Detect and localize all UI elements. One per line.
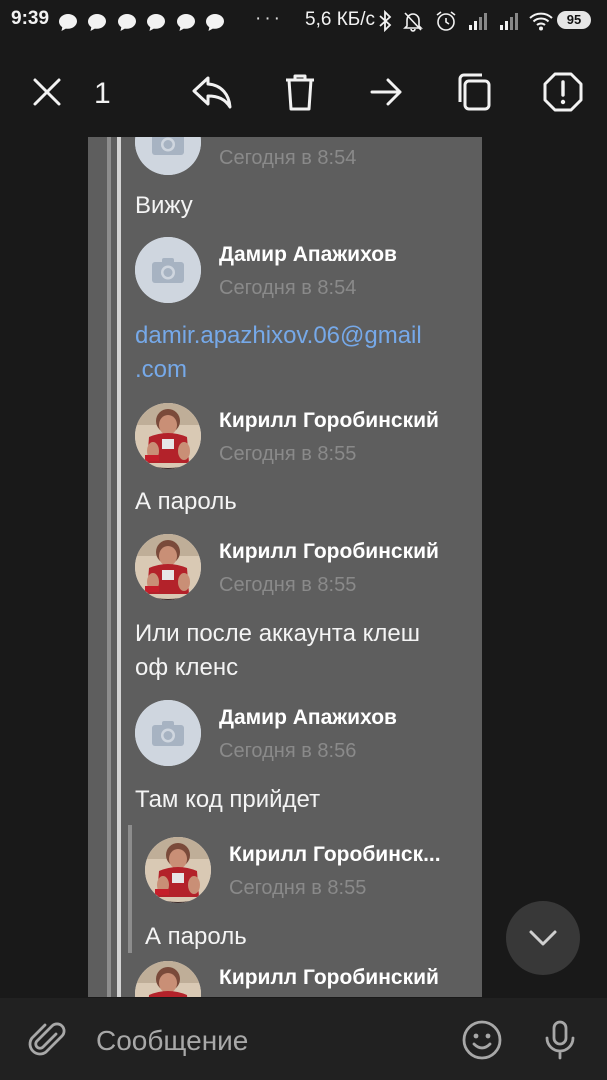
report-button[interactable] <box>541 70 585 114</box>
message-time: Сегодня в 8:56 <box>219 740 357 762</box>
message-text-line1: Или после аккаунта клеш <box>135 620 421 647</box>
message-time: Сегодня в 8:54 <box>219 147 357 169</box>
bluetooth-icon <box>379 9 392 33</box>
message-text: Вижу <box>135 192 193 219</box>
avatar-kirill[interactable] <box>135 534 201 600</box>
more-notifications-dots: ··· <box>255 8 283 29</box>
selection-action-bar: 1 <box>0 60 607 124</box>
close-icon <box>33 78 61 106</box>
alarm-icon <box>436 11 456 31</box>
message-text: Там код прийдет <box>135 786 321 813</box>
copy-button[interactable] <box>453 70 497 114</box>
close-button[interactable] <box>25 70 69 114</box>
user-photo <box>135 961 201 997</box>
email-link[interactable]: damir.apazhixov.06@gmail .com <box>135 319 422 387</box>
message-text: А пароль <box>135 488 237 515</box>
chat-notification-icon <box>147 14 166 31</box>
sender-name: Кирилл Горобинский <box>219 966 439 989</box>
message-time: Сегодня в 8:54 <box>219 277 357 299</box>
wifi-icon <box>529 12 553 31</box>
message-input-bar: Сообщение <box>0 998 607 1080</box>
report-icon <box>543 72 583 112</box>
chat-notification-icon <box>117 14 136 31</box>
avatar-damir[interactable] <box>135 700 201 766</box>
email-link-line1: damir.apazhixov.06@gmail <box>135 322 422 349</box>
sender-name: Кирилл Горобинский <box>219 409 439 432</box>
quote-bar <box>117 137 121 997</box>
reply-button[interactable] <box>190 70 234 114</box>
sender-name: Дамир Апажихов <box>219 706 397 729</box>
signal-icon <box>469 13 488 30</box>
status-time: 9:39 <box>11 8 50 29</box>
sender-name: Кирилл Горобинский <box>219 540 439 563</box>
avatar-damir[interactable] <box>135 137 201 175</box>
delete-icon <box>286 74 314 111</box>
avatar-kirill[interactable] <box>135 961 201 997</box>
smile-icon <box>462 1020 502 1060</box>
delete-button[interactable] <box>278 70 322 114</box>
avatar-damir[interactable] <box>135 237 201 303</box>
forward-button[interactable] <box>365 70 409 114</box>
status-bar: 9:39 ··· 5,6 КБ/с 95 <box>0 0 607 44</box>
avatar-kirill[interactable] <box>135 403 201 469</box>
user-photo <box>135 534 201 600</box>
message-time: Сегодня в 8:55 <box>219 574 357 596</box>
system-icons <box>378 9 554 37</box>
notification-icons <box>58 12 230 37</box>
microphone-icon <box>545 1020 575 1060</box>
mute-bell-icon <box>403 12 424 32</box>
reply-icon <box>192 76 232 109</box>
signal-icon <box>499 13 518 30</box>
avatar-kirill[interactable] <box>145 837 211 903</box>
camera-icon <box>135 237 201 303</box>
chat-notification-icon <box>206 14 225 31</box>
forward-icon <box>370 78 402 106</box>
quote-bar <box>107 137 111 997</box>
voice-button[interactable] <box>538 1018 582 1062</box>
selected-count: 1 <box>94 77 111 110</box>
camera-icon <box>135 700 201 766</box>
copy-icon <box>458 73 491 111</box>
chat-notification-icon <box>59 14 77 31</box>
network-speed: 5,6 КБ/с <box>305 9 376 30</box>
paperclip-icon <box>28 1022 66 1056</box>
chat-notification-icon <box>176 14 195 31</box>
battery-indicator: 95 <box>557 11 591 29</box>
scroll-down-button[interactable] <box>506 901 580 975</box>
sender-name: Кирилл Горобинск... <box>229 843 441 866</box>
user-photo <box>145 837 211 903</box>
attach-button[interactable] <box>26 1018 70 1062</box>
message-text: А пароль <box>145 923 247 950</box>
message-time: Сегодня в 8:55 <box>219 443 357 465</box>
emoji-button[interactable] <box>460 1018 504 1062</box>
message-time: Сегодня в 8:55 <box>229 877 367 899</box>
nested-quote-bar <box>128 825 132 953</box>
message-input[interactable]: Сообщение <box>96 1025 248 1057</box>
user-photo <box>135 403 201 469</box>
chevron-down-icon <box>529 930 557 946</box>
forwarded-messages-card[interactable]: Сегодня в 8:54 Вижу Дамир Апажихов Сегод… <box>88 137 482 997</box>
message-text-line2: оф кленс <box>135 654 239 681</box>
sender-name: Дамир Апажихов <box>219 243 397 266</box>
message-text: Или после аккаунта клеш оф кленс <box>135 617 420 685</box>
chat-notification-icon <box>88 14 107 31</box>
camera-icon <box>135 137 201 175</box>
email-link-line2: .com <box>135 356 188 383</box>
